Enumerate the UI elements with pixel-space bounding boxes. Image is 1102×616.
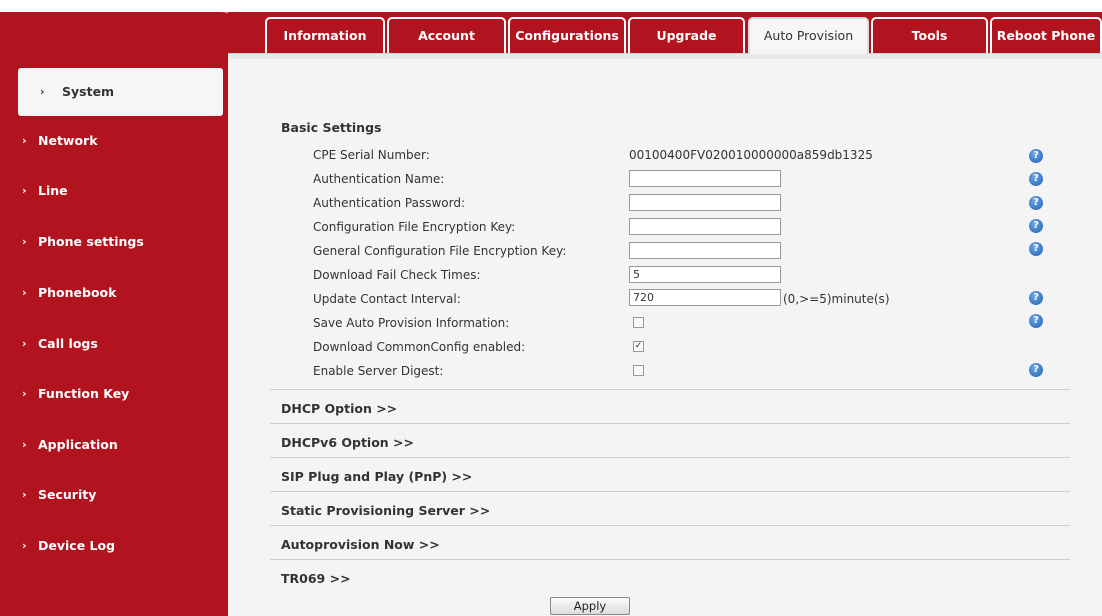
update-interval-label: Update Contact Interval: xyxy=(313,292,461,306)
tr069-section[interactable]: TR069 >> xyxy=(281,571,351,586)
help-icon[interactable]: ? xyxy=(1029,242,1043,256)
tab-auto-provision[interactable]: Auto Provision xyxy=(748,17,869,54)
sip-pnp-section[interactable]: SIP Plug and Play (PnP) >> xyxy=(281,469,472,484)
tab-account[interactable]: Account xyxy=(387,17,506,53)
chevron-right-icon: › xyxy=(22,235,27,248)
sidebar-item-label: Security xyxy=(38,487,97,502)
sidebar-item-label: Call logs xyxy=(38,336,98,351)
download-fail-input[interactable] xyxy=(629,266,781,283)
sidebar: › System › Network › Line › Phone settin… xyxy=(0,62,228,616)
dhcpv6-option-section[interactable]: DHCPv6 Option >> xyxy=(281,435,414,450)
cpe-serial-label: CPE Serial Number: xyxy=(313,148,430,162)
help-icon[interactable]: ? xyxy=(1029,363,1043,377)
sidebar-item-label: System xyxy=(62,84,115,99)
tab-tools[interactable]: Tools xyxy=(871,17,988,53)
help-icon[interactable]: ? xyxy=(1029,149,1043,163)
auth-name-label: Authentication Name: xyxy=(313,172,445,186)
sidebar-item-system[interactable]: › System xyxy=(18,68,223,116)
sidebar-item-application[interactable]: › Application xyxy=(0,426,228,464)
config-key-input[interactable] xyxy=(629,218,781,235)
sidebar-item-label: Phone settings xyxy=(38,234,144,249)
update-interval-unit: (0,>=5)minute(s) xyxy=(783,292,890,306)
chevron-right-icon: › xyxy=(40,85,45,98)
sidebar-item-label: Phonebook xyxy=(38,285,117,300)
update-interval-input[interactable] xyxy=(629,289,781,306)
config-key-label: Configuration File Encryption Key: xyxy=(313,220,516,234)
divider xyxy=(270,457,1070,458)
auth-name-input[interactable] xyxy=(629,170,781,187)
divider xyxy=(270,389,1070,390)
chevron-right-icon: › xyxy=(22,134,27,147)
download-fail-label: Download Fail Check Times: xyxy=(313,268,481,282)
cpe-serial-value: 00100400FV020010000000a859db1325 xyxy=(629,148,873,162)
static-provisioning-section[interactable]: Static Provisioning Server >> xyxy=(281,503,490,518)
chevron-right-icon: › xyxy=(22,539,27,552)
chevron-right-icon: › xyxy=(22,387,27,400)
help-icon[interactable]: ? xyxy=(1029,196,1043,210)
apply-button[interactable]: Apply xyxy=(550,597,630,615)
server-digest-checkbox[interactable] xyxy=(633,365,644,376)
tab-configurations[interactable]: Configurations xyxy=(508,17,626,53)
divider xyxy=(270,423,1070,424)
save-provision-checkbox[interactable] xyxy=(633,317,644,328)
auth-password-input[interactable] xyxy=(629,194,781,211)
tab-upgrade[interactable]: Upgrade xyxy=(628,17,745,53)
common-config-label: Download CommonConfig enabled: xyxy=(313,340,526,354)
tab-information[interactable]: Information xyxy=(265,17,385,53)
chevron-right-icon: › xyxy=(22,488,27,501)
help-icon[interactable]: ? xyxy=(1029,291,1043,305)
sidebar-item-security[interactable]: › Security xyxy=(0,476,228,514)
sidebar-item-label: Function Key xyxy=(38,386,130,401)
main-content xyxy=(228,59,1102,616)
chevron-right-icon: › xyxy=(22,337,27,350)
help-icon[interactable]: ? xyxy=(1029,172,1043,186)
divider xyxy=(270,559,1070,560)
sidebar-item-label: Device Log xyxy=(38,538,116,553)
header-brand-area xyxy=(0,9,258,62)
sidebar-item-network[interactable]: › Network xyxy=(0,122,228,160)
sidebar-item-line[interactable]: › Line xyxy=(0,172,228,210)
general-config-key-label: General Configuration File Encryption Ke… xyxy=(313,244,567,258)
tab-reboot-phone[interactable]: Reboot Phone xyxy=(990,17,1102,53)
chevron-right-icon: › xyxy=(22,184,27,197)
sidebar-item-label: Network xyxy=(38,133,98,148)
basic-settings-title: Basic Settings xyxy=(281,120,382,135)
sidebar-item-label: Line xyxy=(38,183,68,198)
autoprovision-now-section[interactable]: Autoprovision Now >> xyxy=(281,537,440,552)
auth-password-label: Authentication Password: xyxy=(313,196,465,210)
divider xyxy=(270,491,1070,492)
sidebar-item-label: Application xyxy=(38,437,118,452)
help-icon[interactable]: ? xyxy=(1029,314,1043,328)
sidebar-item-phonebook[interactable]: › Phonebook xyxy=(0,274,228,312)
help-icon[interactable]: ? xyxy=(1029,219,1043,233)
save-provision-label: Save Auto Provision Information: xyxy=(313,316,510,330)
sidebar-item-device-log[interactable]: › Device Log xyxy=(0,527,228,565)
sidebar-item-call-logs[interactable]: › Call logs xyxy=(0,325,228,363)
chevron-right-icon: › xyxy=(22,286,27,299)
general-config-key-input[interactable] xyxy=(629,242,781,259)
divider xyxy=(270,525,1070,526)
sidebar-item-phone-settings[interactable]: › Phone settings xyxy=(0,223,228,261)
server-digest-label: Enable Server Digest: xyxy=(313,364,444,378)
chevron-right-icon: › xyxy=(22,438,27,451)
dhcp-option-section[interactable]: DHCP Option >> xyxy=(281,401,397,416)
sidebar-item-function-key[interactable]: › Function Key xyxy=(0,375,228,413)
common-config-checkbox[interactable]: ✓ xyxy=(633,341,644,352)
